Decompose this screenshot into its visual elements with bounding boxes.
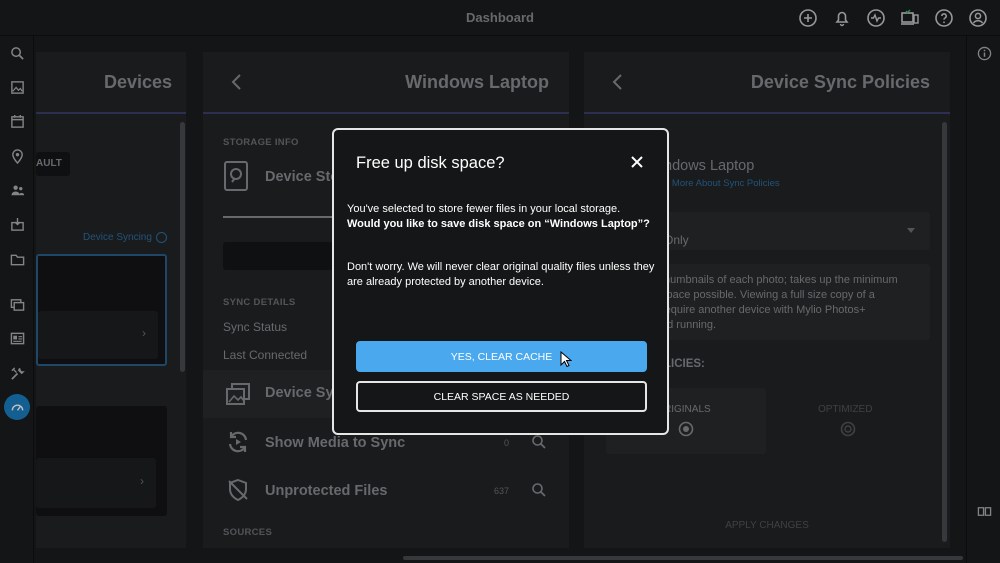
dialog-line-2: Would you like to save disk space on “Wi… (347, 218, 650, 230)
close-icon[interactable] (629, 154, 645, 170)
dialog-reassurance: Don't worry. We will never clear origina… (347, 261, 655, 288)
dialog-message: You've selected to store fewer files in … (347, 202, 662, 232)
dialog-line-1: You've selected to store fewer files in … (347, 203, 621, 215)
yes-clear-cache-button[interactable]: YES, CLEAR CACHE (356, 341, 647, 372)
mouse-cursor-icon (560, 351, 572, 368)
dialog-title: Free up disk space? (356, 154, 505, 172)
clear-space-as-needed-button[interactable]: CLEAR SPACE AS NEEDED (356, 381, 647, 412)
free-disk-space-dialog: Free up disk space? You've selected to s… (332, 128, 669, 435)
